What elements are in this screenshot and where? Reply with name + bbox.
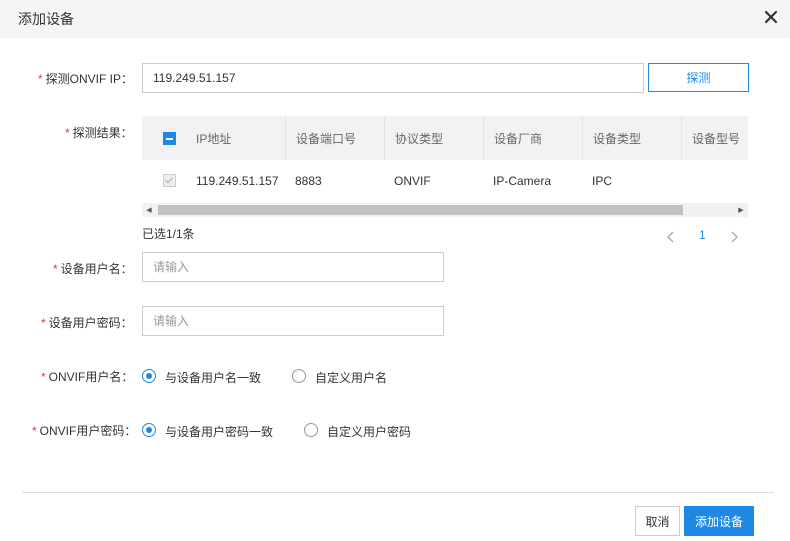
cancel-button[interactable]: 取消 [635, 506, 680, 536]
prev-page-icon[interactable] [663, 229, 679, 245]
onvif-password-label: * ONVIF用户密码： [32, 424, 137, 438]
close-icon[interactable] [762, 8, 780, 26]
column-header-model: 设备型号 [681, 116, 748, 160]
dialog-title: 添加设备 [18, 11, 74, 27]
device-password-label: * 设备用户密码： [41, 316, 133, 330]
onvif-username-custom-radio[interactable] [292, 369, 306, 383]
required-mark: * [65, 126, 70, 140]
footer-divider [22, 492, 774, 493]
next-page-icon[interactable] [726, 229, 742, 245]
onvif-password-custom-radio[interactable] [304, 423, 318, 437]
onvif-username-custom-label[interactable]: 自定义用户名 [315, 369, 387, 386]
onvif-password-custom-label[interactable]: 自定义用户密码 [327, 423, 411, 440]
scroll-right-icon[interactable]: ▶ [734, 203, 748, 217]
table-header: IP地址 设备端口号 协议类型 设备厂商 设备类型 设备型号 [142, 116, 748, 160]
required-mark: * [41, 316, 46, 330]
column-header-type: 设备类型 [582, 116, 681, 160]
cell-protocol: ONVIF [394, 174, 431, 188]
cell-ip: 119.249.51.157 [196, 174, 279, 188]
dialog-header: 添加设备 [0, 0, 790, 38]
probe-ip-label: * 探测ONVIF IP： [38, 72, 134, 86]
onvif-password-same-radio[interactable] [142, 423, 156, 437]
cell-model [681, 160, 691, 202]
onvif-username-same-radio[interactable] [142, 369, 156, 383]
device-username-label: * 设备用户名： [53, 262, 133, 276]
cell-type: IPC [592, 174, 613, 188]
column-header-protocol: 协议类型 [384, 116, 483, 160]
required-mark: * [53, 262, 58, 276]
cell-vendor: IP-Camera [493, 174, 552, 188]
row-checkbox[interactable] [163, 174, 176, 187]
table-row[interactable]: 119.249.51.157 8883 ONVIF IP-Camera IPC [142, 160, 748, 202]
cell-port: 8883 [295, 174, 322, 188]
device-username-input[interactable] [142, 252, 444, 282]
onvif-username-label: * ONVIF用户名： [41, 370, 134, 384]
horizontal-scrollbar[interactable]: ◀ ▶ [142, 203, 748, 217]
required-mark: * [32, 424, 37, 438]
scrollbar-thumb[interactable] [158, 205, 683, 215]
probe-ip-input[interactable] [142, 63, 644, 93]
page-number-current[interactable]: 1 [699, 228, 706, 242]
column-header-vendor: 设备厂商 [483, 116, 582, 160]
probe-result-label: * 探测结果： [65, 126, 133, 140]
onvif-username-same-label[interactable]: 与设备用户名一致 [165, 369, 261, 386]
probe-button[interactable]: 探测 [648, 63, 749, 92]
onvif-password-same-label[interactable]: 与设备用户密码一致 [165, 423, 273, 440]
scroll-left-icon[interactable]: ◀ [142, 203, 156, 217]
selected-count: 已选1/1条 [142, 227, 195, 241]
required-mark: * [38, 72, 43, 86]
required-mark: * [41, 370, 46, 384]
select-all-checkbox[interactable] [163, 132, 176, 145]
add-device-button[interactable]: 添加设备 [684, 506, 754, 536]
column-header-ip: IP地址 [196, 131, 232, 146]
device-password-input[interactable] [142, 306, 444, 336]
column-header-port: 设备端口号 [285, 116, 384, 160]
